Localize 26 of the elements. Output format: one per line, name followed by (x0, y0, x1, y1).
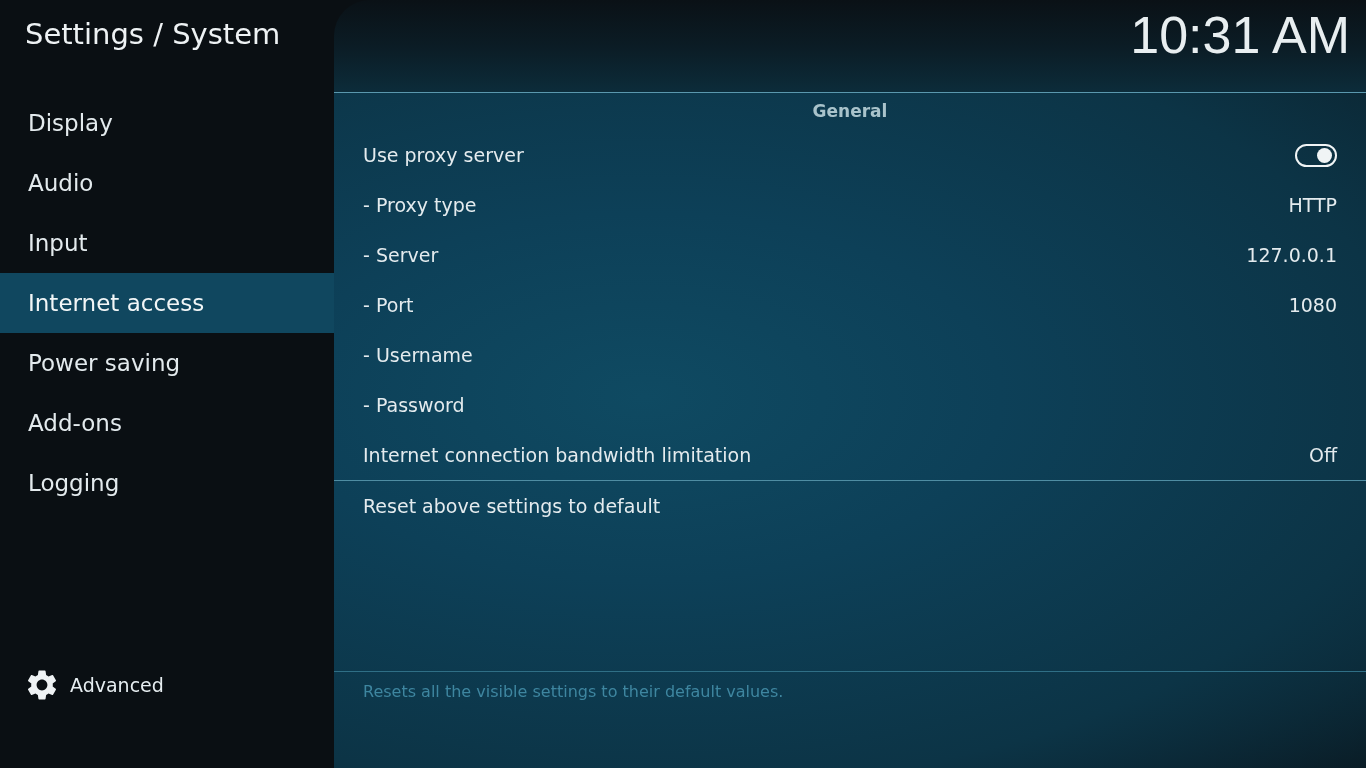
clock-time: 10:31 AM (1130, 5, 1350, 66)
sidebar-item[interactable]: Display (0, 93, 334, 153)
sidebar-item[interactable]: Input (0, 213, 334, 273)
sidebar-item[interactable]: Logging (0, 453, 334, 513)
setting-label[interactable]: - Server (363, 240, 439, 270)
setting-label[interactable]: - Proxy type (363, 190, 477, 220)
sidebar-item[interactable]: Audio (0, 153, 334, 213)
setting-label[interactable]: Use proxy server (363, 140, 524, 170)
setting-label[interactable]: - Port (363, 290, 414, 320)
setting-label[interactable]: - Username (363, 340, 473, 370)
sidebar-item[interactable]: Power saving (0, 333, 334, 393)
setting-value: HTTP (1288, 192, 1337, 218)
advanced-button[interactable]: Advanced (27, 670, 164, 700)
setting-description: Resets all the visible settings to their default values. (363, 681, 784, 703)
setting-label[interactable]: Internet connection bandwidth limitation (363, 440, 752, 470)
setting-value: 127.0.0.1 (1246, 242, 1337, 268)
setting-value: 1080 (1288, 292, 1337, 318)
setting-label[interactable]: - Password (363, 390, 465, 420)
setting-value: Off (1308, 442, 1337, 468)
toggle-switch[interactable] (1295, 143, 1337, 167)
section-header: General (812, 99, 888, 123)
reset-settings-item[interactable]: Reset above settings to default (363, 491, 661, 521)
sidebar-item[interactable]: Internet access (0, 273, 334, 333)
sidebar-item[interactable]: Add-ons (0, 393, 334, 453)
page-title: Settings / System (25, 16, 281, 53)
settings-icon (27, 670, 57, 700)
